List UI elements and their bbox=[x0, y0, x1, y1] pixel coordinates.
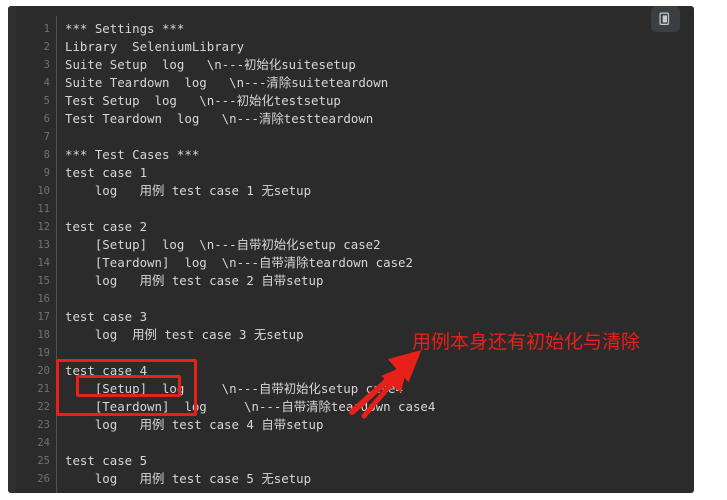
code-line: Test Teardown log \n---清除testteardown bbox=[65, 111, 374, 126]
line-number: 11 bbox=[37, 203, 50, 215]
line-number: 5 bbox=[43, 95, 50, 107]
line-number: 1 bbox=[43, 23, 50, 35]
code-line: *** Settings *** bbox=[65, 21, 185, 36]
code-line: test case 1 bbox=[65, 165, 148, 180]
code-line: Suite Teardown log \n---清除suiteteardown bbox=[65, 75, 389, 90]
code-line: [Setup] log \n---自带初始化setup case2 bbox=[65, 237, 381, 252]
line-number: 3 bbox=[43, 59, 50, 71]
line-number: 17 bbox=[37, 311, 50, 323]
line-number: 21 bbox=[37, 383, 50, 395]
code-line: *** Test Cases *** bbox=[65, 147, 200, 162]
code-line: log 用例 test case 3 无setup bbox=[65, 327, 304, 342]
card-left-strip bbox=[8, 6, 16, 493]
code-line: log 用例 test case 2 自带setup bbox=[65, 273, 324, 288]
line-number: 7 bbox=[43, 131, 50, 143]
code-line: log 用例 test case 4 自带setup bbox=[65, 417, 324, 432]
line-number: 20 bbox=[37, 365, 50, 377]
line-number: 14 bbox=[37, 257, 50, 269]
line-number: 8 bbox=[43, 149, 50, 161]
copy-code-button[interactable] bbox=[651, 6, 680, 32]
code-line: Library SeleniumLibrary bbox=[65, 39, 245, 54]
code-line: [Teardown] log \n---自带清除teardown case2 bbox=[65, 255, 413, 270]
code-line: log 用例 test case 1 无setup bbox=[65, 183, 312, 198]
line-number: 24 bbox=[37, 437, 50, 449]
line-number: 25 bbox=[37, 455, 50, 467]
line-number: 12 bbox=[37, 221, 50, 233]
line-number: 16 bbox=[37, 293, 50, 305]
line-number: 19 bbox=[37, 347, 50, 359]
line-number: 15 bbox=[37, 275, 50, 287]
code-line: test case 3 bbox=[65, 309, 148, 324]
line-number: 6 bbox=[43, 113, 50, 125]
code-line: [Teardown] log \n---自带清除teardown case4 bbox=[65, 399, 436, 414]
gutter-divider bbox=[56, 16, 57, 493]
code-content[interactable]: *** Settings *** Library SeleniumLibrary S… bbox=[65, 6, 694, 493]
screenshot-root: 1 2 3 4 5 6 7 8 9 10 11 12 13 14 15 16 17 18 19 20 21 22 23 24 2… bbox=[0, 0, 727, 500]
copy-icon bbox=[658, 12, 673, 27]
code-line: Test Setup log \n---初始化testsetup bbox=[65, 93, 341, 108]
line-number: 9 bbox=[43, 167, 50, 179]
line-number: 22 bbox=[37, 401, 50, 413]
line-number: 13 bbox=[37, 239, 50, 251]
code-line: [Setup] log \n---自带初始化setup case4 bbox=[65, 381, 403, 396]
code-line: test case 2 bbox=[65, 219, 148, 234]
code-line: test case 4 bbox=[65, 363, 148, 378]
line-number: 10 bbox=[37, 185, 50, 197]
line-number: 18 bbox=[37, 329, 50, 341]
code-block-card: 1 2 3 4 5 6 7 8 9 10 11 12 13 14 15 16 17 18 19 20 21 22 23 24 2… bbox=[8, 6, 694, 493]
line-number: 2 bbox=[43, 41, 50, 53]
line-number: 4 bbox=[43, 77, 50, 89]
code-line: Suite Setup log \n---初始化suitesetup bbox=[65, 57, 356, 72]
code-line: log 用例 test case 5 无setup bbox=[65, 471, 312, 486]
line-number-gutter: 1 2 3 4 5 6 7 8 9 10 11 12 13 14 15 16 17 18 19 20 21 22 23 24 2… bbox=[16, 6, 56, 493]
line-number: 26 bbox=[37, 473, 50, 485]
line-number: 23 bbox=[37, 419, 50, 431]
code-line: test case 5 bbox=[65, 453, 148, 468]
